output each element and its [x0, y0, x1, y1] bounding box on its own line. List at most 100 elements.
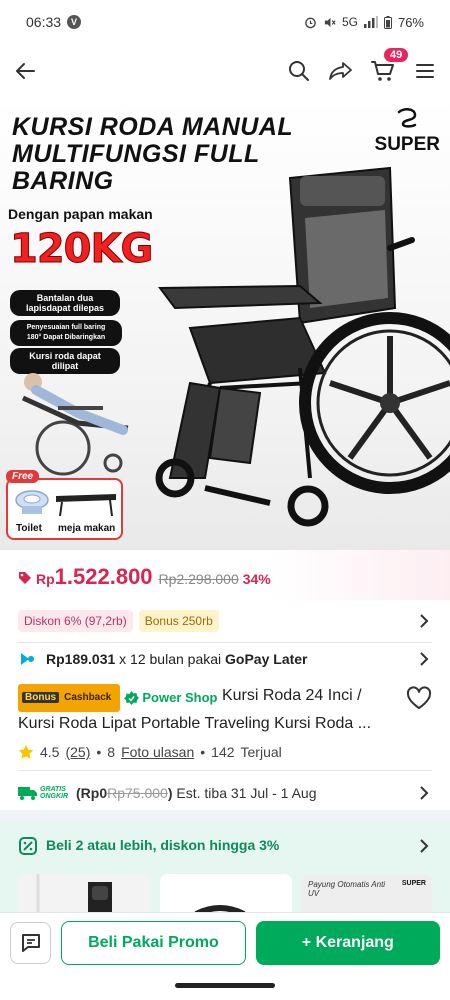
- brand-name: SUPER: [374, 134, 440, 155]
- discount-badge: Diskon 6% (97,2rb): [18, 610, 133, 632]
- discount-tag-icon: [19, 837, 37, 855]
- power-shop-label: Power Shop: [142, 690, 218, 705]
- bullet: •: [96, 744, 102, 760]
- shipping-paren: ): [167, 785, 173, 801]
- network-label: 5G: [341, 15, 358, 29]
- paylater-amount: Rp189.031: [46, 651, 116, 667]
- sold-count: 142: [211, 744, 235, 760]
- arrow-left-icon: [16, 63, 35, 79]
- mute-icon: [324, 17, 336, 27]
- free-item-toilet: Toilet: [16, 523, 42, 534]
- weight-capacity: 120KG: [9, 226, 153, 273]
- cashback-badge-prefix: Bonus: [22, 692, 60, 703]
- product-detail-screen: 06:33 V 5G 76% 49 KURSI RODA MANUAL MULT…: [0, 0, 450, 1000]
- patient-illustration: [21, 373, 129, 476]
- toilet-icon: [15, 490, 49, 514]
- alarm-icon: [305, 17, 316, 28]
- chevron-right-icon: [420, 652, 429, 666]
- chat-icon: [21, 933, 40, 952]
- status-bar: 06:33 V 5G 76%: [0, 0, 450, 44]
- gopay-later-icon: [21, 653, 34, 665]
- divider: [18, 770, 432, 771]
- bottom-action-bar: Beli Pakai Promo + Keranjang: [0, 912, 450, 972]
- status-icons: 5G 76%: [304, 15, 424, 30]
- free-shipping-logo: GRATIS ONGKIR: [18, 786, 68, 800]
- rating-row: 4.5 (25) • 8 Foto ulasan • 142 Terjual: [0, 740, 450, 764]
- share-button[interactable]: [326, 56, 356, 86]
- status-time: 06:33: [26, 14, 62, 30]
- star-icon: [18, 745, 34, 759]
- chat-button[interactable]: [10, 921, 52, 964]
- bonus-badge: Bonus 250rb: [138, 610, 219, 632]
- app-bar-actions: 49: [284, 46, 440, 86]
- signal-icon: [363, 16, 378, 28]
- cart-button[interactable]: 49: [368, 46, 411, 86]
- review-count-link[interactable]: (25): [65, 744, 90, 760]
- brand-mark-icon: [398, 108, 417, 128]
- buy-with-promo-button[interactable]: Beli Pakai Promo: [61, 920, 246, 965]
- shipping-eta: Est. tiba 31 Jul - 1 Aug: [176, 785, 317, 801]
- chevron-right-icon: [420, 839, 429, 853]
- menu-button[interactable]: [410, 56, 440, 86]
- feature-pill: Penyesuaian full baring 180° Dapat Dibar…: [10, 320, 122, 346]
- photo-reviews-link[interactable]: Foto ulasan: [121, 744, 194, 760]
- paylater-row[interactable]: Rp189.031 x 12 bulan pakai GoPay Later: [0, 646, 450, 672]
- battery-icon: [383, 15, 392, 29]
- table-icon: [56, 494, 116, 517]
- divider: [18, 642, 432, 643]
- cashback-badge: Bonus Cashback: [18, 684, 121, 712]
- free-shipping-line2: ONGKIR: [40, 793, 68, 800]
- cashback-badge-label: Cashback: [64, 692, 112, 703]
- image-subtitle: Dengan papan makan: [8, 206, 153, 222]
- original-price: Rp2.298.000: [158, 571, 239, 587]
- current-price: 1.522.800: [54, 564, 153, 589]
- bundle-promo-section[interactable]: Beli 2 atau lebih, diskon hingga 3% Payu…: [0, 820, 450, 920]
- paylater-text: Rp189.031 x 12 bulan pakai GoPay Later: [46, 651, 308, 667]
- paylater-provider: GoPay Later: [225, 651, 308, 667]
- heart-icon: [406, 686, 432, 709]
- hamburger-menu-icon: [416, 64, 434, 78]
- shipping-original-price: Rp75.000: [107, 785, 168, 801]
- price-section: Rp 1.522.800 Rp2.298.000 34%: [0, 550, 450, 600]
- battery-level: 76%: [397, 14, 424, 30]
- search-button[interactable]: [284, 56, 314, 86]
- free-item-table: meja makan: [58, 523, 116, 534]
- product-title-row: Bonus Cashback Power Shop Kursi Roda 24 I…: [0, 684, 450, 742]
- price-currency: Rp: [36, 571, 55, 587]
- add-to-cart-button[interactable]: + Keranjang: [255, 920, 440, 965]
- rating-summary: 4.5 (25) • 8 Foto ulasan • 142 Terjual: [18, 744, 282, 760]
- back-button[interactable]: [10, 56, 40, 86]
- wishlist-button[interactable]: [406, 686, 432, 715]
- product-image[interactable]: KURSI RODA MANUAL MULTIFUNGSI FULL BARIN…: [0, 98, 450, 550]
- search-icon: [289, 61, 309, 81]
- product-title-block: Bonus Cashback Power Shop Kursi Roda 24 I…: [18, 684, 388, 736]
- power-shop-badge: Power Shop: [124, 686, 217, 710]
- free-shipping-line1: GRATIS: [40, 786, 66, 793]
- promo-badges-row[interactable]: Diskon 6% (97,2rb) Bonus 250rb: [0, 606, 450, 636]
- product-title: Bonus Cashback Power Shop Kursi Roda 24 I…: [18, 684, 388, 736]
- free-tag: Free: [6, 470, 40, 483]
- shipping-info: (Rp0Rp75.000) Est. tiba 31 Jul - 1 Aug: [76, 785, 317, 801]
- chevron-right-icon: [420, 786, 429, 800]
- thumb-brand: SUPER: [401, 880, 426, 887]
- rating-score: 4.5: [40, 744, 60, 760]
- system-nav-bar: [0, 972, 450, 1000]
- feature-pill: Bantalan dua lapisdapat dilepas: [10, 290, 120, 316]
- product-tags: Bonus Cashback Power Shop: [18, 684, 217, 712]
- shipping-price: (Rp0: [76, 785, 108, 801]
- shipping-row[interactable]: GRATIS ONGKIR (Rp0Rp75.000) Est. tiba 31…: [0, 780, 450, 806]
- paylater-terms: x 12 bulan pakai: [119, 651, 222, 667]
- image-title-line: KURSI RODA MANUAL: [12, 113, 294, 141]
- price-tag-icon: [19, 572, 31, 584]
- chevron-right-icon: [420, 614, 429, 628]
- sold-label: Terjual: [240, 744, 282, 760]
- section-separator: [0, 810, 450, 820]
- discount-percent: 34%: [242, 571, 271, 587]
- power-shop-icon: [124, 690, 140, 705]
- home-handle[interactable]: [175, 983, 275, 988]
- wheelchair-illustration: [155, 166, 450, 527]
- brand-logo: SUPER: [375, 108, 440, 156]
- carrier-badge: V: [67, 15, 82, 29]
- cart-count-badge: 49: [382, 46, 411, 64]
- thumb-caption: Payung Otomatis Anti UV: [308, 880, 386, 898]
